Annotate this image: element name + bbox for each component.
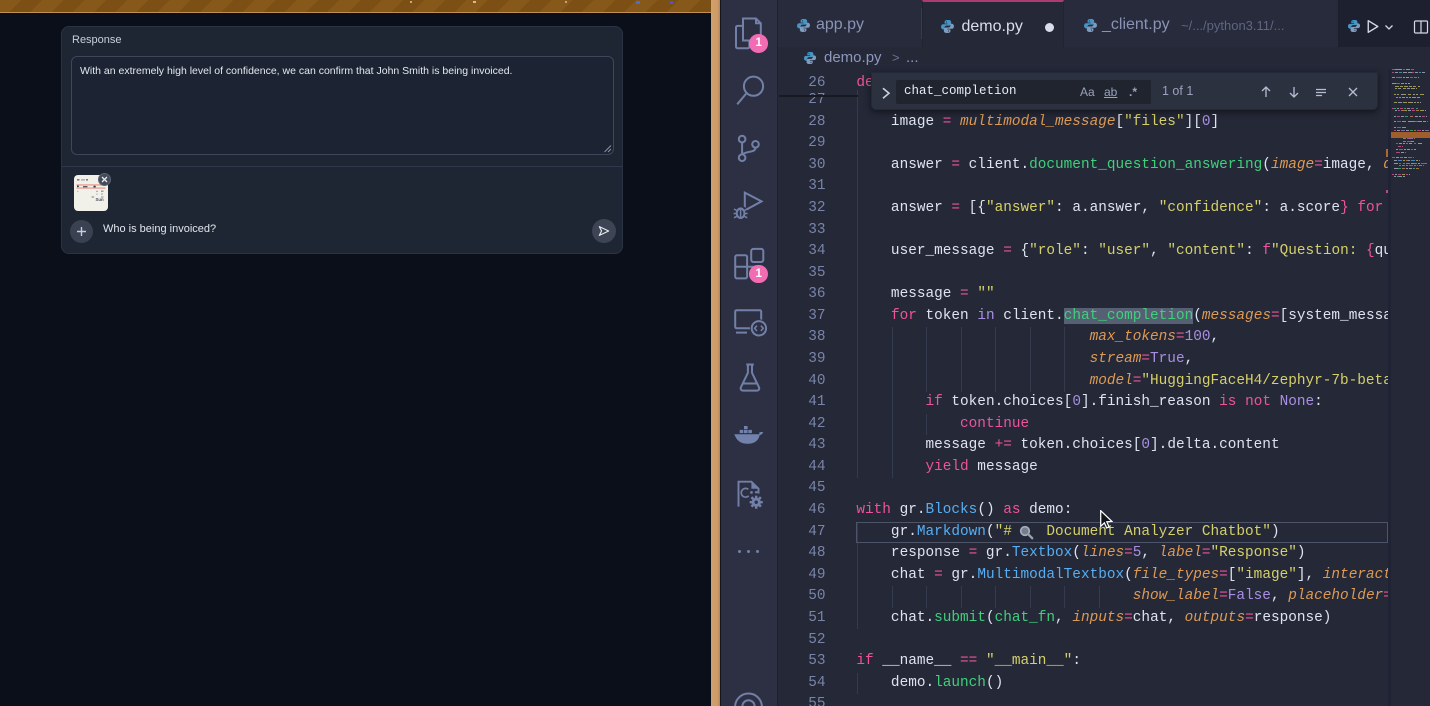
svg-text:Sun: Sun [96, 197, 104, 202]
